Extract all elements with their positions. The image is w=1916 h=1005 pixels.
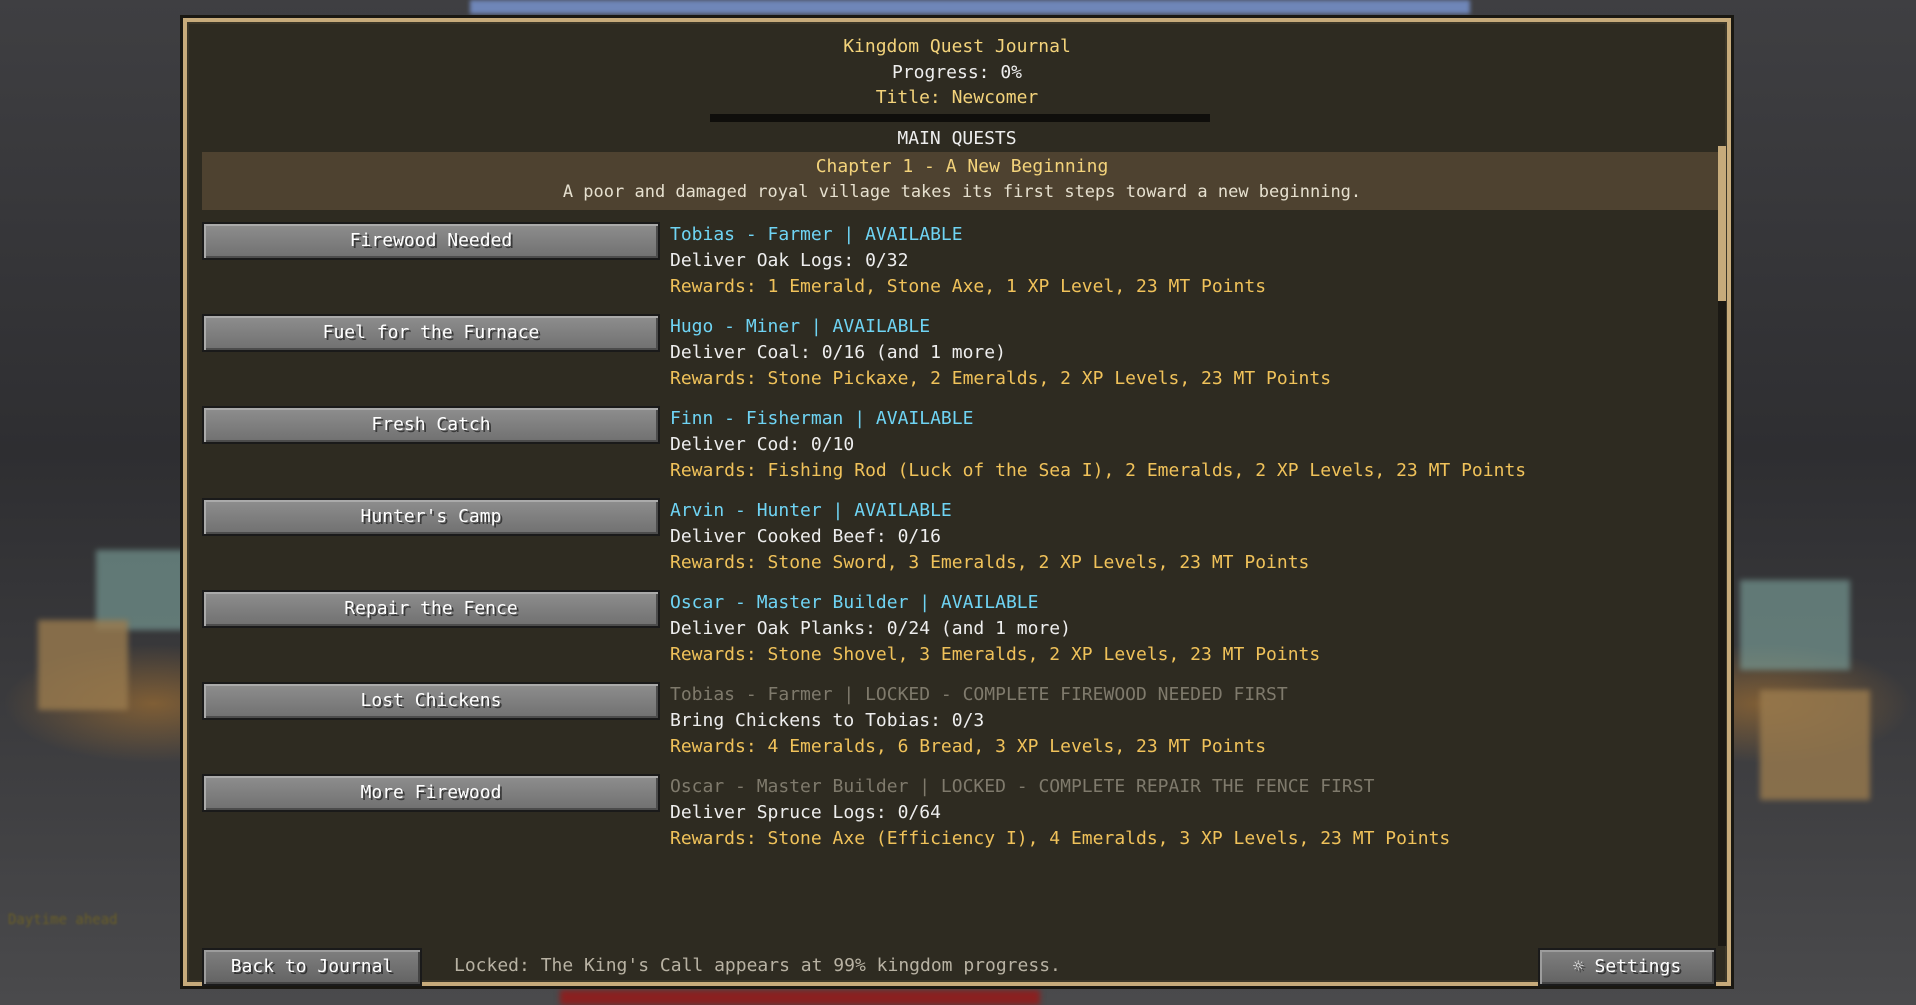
quest-task: Deliver Oak Planks: 0/24 (and 1 more) xyxy=(670,618,1071,639)
background-block-left xyxy=(96,550,186,630)
quest-info: Oscar - Master Builder | AVAILABLE Deliv… xyxy=(670,590,1700,668)
quest-task: Deliver Cod: 0/10 xyxy=(670,434,855,455)
quest-info: Oscar - Master Builder | LOCKED - COMPLE… xyxy=(670,774,1700,852)
back-to-journal-button[interactable]: Back to Journal xyxy=(202,948,422,986)
quest-row: Hunter's Camp Arvin - Hunter | AVAILABLE… xyxy=(202,498,1712,590)
quest-row: More Firewood Oscar - Master Builder | L… xyxy=(202,774,1712,866)
quest-rewards: Rewards: Stone Pickaxe, 2 Emeralds, 2 XP… xyxy=(670,368,1332,389)
quest-giver-status: Finn - Fisherman | AVAILABLE xyxy=(670,408,974,429)
quest-info: Hugo - Miner | AVAILABLE Deliver Coal: 0… xyxy=(670,314,1700,392)
quest-row: Repair the Fence Oscar - Master Builder … xyxy=(202,590,1712,682)
quest-button-hunters-camp[interactable]: Hunter's Camp xyxy=(202,498,660,536)
quest-list: Firewood Needed Tobias - Farmer | AVAILA… xyxy=(202,222,1712,866)
quest-rewards: Rewards: Stone Sword, 3 Emeralds, 2 XP L… xyxy=(670,552,1310,573)
quest-rewards: Rewards: 1 Emerald, Stone Axe, 1 XP Leve… xyxy=(670,276,1267,297)
background-red-block xyxy=(560,990,1040,1005)
quest-row: Lost Chickens Tobias - Farmer | LOCKED -… xyxy=(202,682,1712,774)
chapter-title: Chapter 1 - A New Beginning xyxy=(815,156,1109,177)
quest-button-firewood-needed[interactable]: Firewood Needed xyxy=(202,222,660,260)
quest-rewards: Rewards: 4 Emeralds, 6 Bread, 3 XP Level… xyxy=(670,736,1267,757)
quest-giver-status: Tobias - Farmer | AVAILABLE xyxy=(670,224,963,245)
quest-task: Bring Chickens to Tobias: 0/3 xyxy=(670,710,985,731)
quest-button-fuel-for-the-furnace[interactable]: Fuel for the Furnace xyxy=(202,314,660,352)
quest-rewards: Rewards: Stone Shovel, 3 Emeralds, 2 XP … xyxy=(670,644,1321,665)
journal-rank-title: Title: Newcomer xyxy=(875,87,1039,108)
journal-title: Kingdom Quest Journal xyxy=(843,36,1071,57)
quest-info: Tobias - Farmer | AVAILABLE Deliver Oak … xyxy=(670,222,1700,300)
header-divider xyxy=(710,114,1210,122)
quest-button-repair-the-fence[interactable]: Repair the Fence xyxy=(202,590,660,628)
quest-task: Deliver Spruce Logs: 0/64 xyxy=(670,802,941,823)
background-hint-text: Daytime ahead xyxy=(8,912,118,928)
journal-progress: Progress: 0% xyxy=(891,62,1023,83)
quest-row: Firewood Needed Tobias - Farmer | AVAILA… xyxy=(202,222,1712,314)
chapter-banner: Chapter 1 - A New Beginning A poor and d… xyxy=(202,152,1722,210)
quest-button-more-firewood[interactable]: More Firewood xyxy=(202,774,660,812)
section-heading: MAIN QUESTS xyxy=(897,128,1017,149)
background-torch-left xyxy=(38,620,128,710)
quest-task: Deliver Cooked Beef: 0/16 xyxy=(670,526,941,547)
background-torch-right xyxy=(1760,690,1870,800)
quest-info: Tobias - Farmer | LOCKED - COMPLETE FIRE… xyxy=(670,682,1700,760)
quest-rewards: Rewards: Stone Axe (Efficiency I), 4 Eme… xyxy=(670,828,1451,849)
quest-giver-status: Oscar - Master Builder | AVAILABLE xyxy=(670,592,1039,613)
quest-giver-status: Oscar - Master Builder | LOCKED - COMPLE… xyxy=(670,776,1375,797)
scrollbar-thumb[interactable] xyxy=(1718,146,1726,301)
quest-info: Finn - Fisherman | AVAILABLE Deliver Cod… xyxy=(670,406,1700,484)
quest-rewards: Rewards: Fishing Rod (Luck of the Sea I)… xyxy=(670,460,1527,481)
quest-task: Deliver Coal: 0/16 (and 1 more) xyxy=(670,342,1006,363)
quest-row: Fuel for the Furnace Hugo - Miner | AVAI… xyxy=(202,314,1712,406)
quest-row: Fresh Catch Finn - Fisherman | AVAILABLE… xyxy=(202,406,1712,498)
quest-journal-panel: Kingdom Quest Journal Progress: 0% Title… xyxy=(183,18,1731,986)
scrollbar[interactable] xyxy=(1718,146,1726,946)
quest-giver-status: Arvin - Hunter | AVAILABLE xyxy=(670,500,952,521)
quest-task: Deliver Oak Logs: 0/32 xyxy=(670,250,909,271)
quest-giver-status: Hugo - Miner | AVAILABLE xyxy=(670,316,931,337)
chapter-description: A poor and damaged royal village takes i… xyxy=(562,182,1362,202)
locked-chapter-note: Locked: The King's Call appears at 99% k… xyxy=(454,955,1061,976)
settings-button[interactable]: ☼ Settings xyxy=(1538,948,1716,986)
quest-button-lost-chickens[interactable]: Lost Chickens xyxy=(202,682,660,720)
quest-button-fresh-catch[interactable]: Fresh Catch xyxy=(202,406,660,444)
quest-giver-status: Tobias - Farmer | LOCKED - COMPLETE FIRE… xyxy=(670,684,1288,705)
quest-info: Arvin - Hunter | AVAILABLE Deliver Cooke… xyxy=(670,498,1700,576)
background-sky xyxy=(470,0,1470,14)
background-block-right xyxy=(1740,580,1850,670)
